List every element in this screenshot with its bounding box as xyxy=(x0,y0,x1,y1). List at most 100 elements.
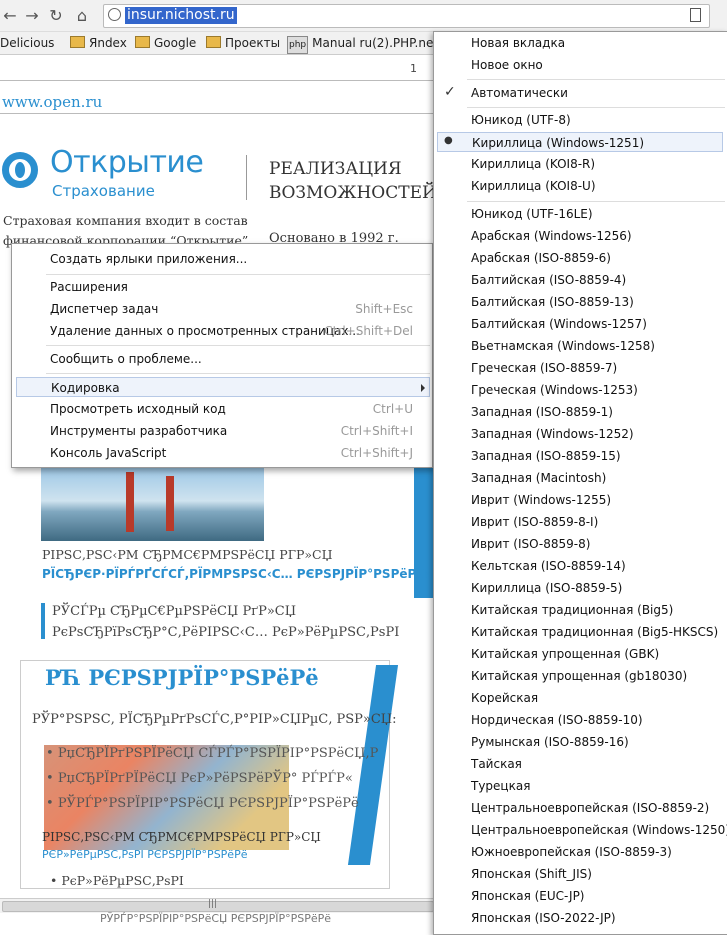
logo-subtitle: Страхование xyxy=(52,182,155,200)
encoding-item[interactable]: Иврит (Windows-1255) xyxy=(434,490,727,510)
reload-icon[interactable]: ↻ xyxy=(46,5,66,25)
encoding-label: Турецкая xyxy=(471,779,531,793)
encoding-item[interactable]: Китайская упрощенная (GBK) xyxy=(434,644,727,664)
encoding-label: Японская (EUC-JP) xyxy=(471,889,585,903)
encoding-item[interactable]: Центральноевропейская (ISO-8859-2) xyxy=(434,798,727,818)
encoding-item[interactable]: Арабская (Windows-1256) xyxy=(434,226,727,246)
encoding-label: Греческая (Windows-1253) xyxy=(471,383,638,397)
menu-item-create-shortcuts[interactable]: Создать ярлыки приложения... xyxy=(12,249,432,269)
encoding-label: Китайская упрощенная (GBK) xyxy=(471,647,660,661)
encoding-label: Западная (ISO-8859-15) xyxy=(471,449,621,463)
encoding-item[interactable]: Греческая (ISO-8859-7) xyxy=(434,358,727,378)
menu-item-view-source[interactable]: Просмотреть исходный код Ctrl+U xyxy=(12,399,432,419)
encoding-item[interactable]: Южноевропейская (ISO-8859-3) xyxy=(434,842,727,862)
encoding-label: Центральноевропейская (Windows-1250) xyxy=(471,823,727,837)
encoding-item[interactable]: Иврит (ISO-8859-8-I) xyxy=(434,512,727,532)
encoding-item[interactable]: Юникод (UTF-8) xyxy=(434,110,727,130)
encoding-auto[interactable]: ✓ Автоматически xyxy=(434,83,727,103)
site-url-link[interactable]: www.open.ru xyxy=(2,93,102,111)
encoding-item[interactable]: Западная (Windows-1252) xyxy=(434,424,727,444)
encoding-label: Японская (ISO-2022-JP) xyxy=(471,911,616,925)
garbled-line: РЎСЃРµ СЂРµС€РµРЅРёСЏ РґР»СЏ xyxy=(52,604,297,619)
encoding-label: Кириллица (Windows-1251) xyxy=(472,136,645,150)
bookmark-projects[interactable]: Проекты xyxy=(206,35,280,51)
page-icon[interactable] xyxy=(690,8,701,22)
address-url[interactable]: insur.nichost.ru xyxy=(125,7,237,24)
encoding-item[interactable]: Румынская (ISO-8859-16) xyxy=(434,732,727,752)
encoding-item[interactable]: Кириллица (ISO-8859-5) xyxy=(434,578,727,598)
encoding-item[interactable]: Западная (ISO-8859-1) xyxy=(434,402,727,422)
encoding-item[interactable]: Нордическая (ISO-8859-10) xyxy=(434,710,727,730)
menu-item-task-manager[interactable]: Диспетчер задач Shift+Esc xyxy=(12,299,432,319)
encoding-item[interactable]: Кириллица (KOI8-R) xyxy=(434,154,727,174)
encoding-label: Иврит (ISO-8859-8-I) xyxy=(471,515,599,529)
encoding-item[interactable]: Западная (ISO-8859-15) xyxy=(434,446,727,466)
encoding-item[interactable]: Кириллица (KOI8-U) xyxy=(434,176,727,196)
garbled-text: • РєР»РёРµРЅС‚РѕРІ xyxy=(50,873,184,888)
encoding-label: Нордическая (ISO-8859-10) xyxy=(471,713,643,727)
menu-item-encoding[interactable]: Кодировка xyxy=(16,377,430,397)
menu-item-report-issue[interactable]: Сообщить о проблеме... xyxy=(12,349,432,369)
encoding-item[interactable]: Китайская упрощенная (gb18030) xyxy=(434,666,727,686)
bookmark-delicious[interactable]: Delicious xyxy=(0,35,54,51)
encoding-item[interactable]: Балтийская (ISO-8859-13) xyxy=(434,292,727,312)
encoding-item[interactable]: Балтийская (Windows-1257) xyxy=(434,314,727,334)
encoding-label: Китайская традиционная (Big5-HKSCS) xyxy=(471,625,719,639)
horizontal-scrollbar[interactable]: ||| xyxy=(0,898,440,913)
encoding-item[interactable]: Корейская xyxy=(434,688,727,708)
divider xyxy=(0,113,435,114)
menu-item-new-window[interactable]: Новое окно xyxy=(434,55,727,75)
headline-line: РЕАЛИЗАЦИЯ xyxy=(269,159,402,179)
box-title[interactable]: РЋ РЄРЅРЈРЇР°РЅРёРё xyxy=(45,665,319,690)
garbled-line: РєРѕСЂРїРѕСЂР°С‚РёРІРЅС‹С… РєР»РёРµРЅС‚Р… xyxy=(52,625,400,640)
bookmark-yandex[interactable]: Яndex xyxy=(70,35,127,51)
menu-separator xyxy=(467,79,725,80)
menu-separator xyxy=(46,274,430,275)
encoding-item[interactable]: Центральноевропейская (Windows-1250) xyxy=(434,820,727,840)
encoding-label: Кириллица (KOI8-R) xyxy=(471,157,596,171)
encoding-item[interactable]: Японская (EUC-JP) xyxy=(434,886,727,906)
bookmark-php-manual[interactable]: php Manual ru(2).PHP.net xyxy=(287,35,438,54)
divider xyxy=(0,80,435,81)
encoding-label: Арабская (Windows-1256) xyxy=(471,229,632,243)
scrollbar-thumb[interactable]: ||| xyxy=(2,899,434,912)
menu-item-clear-data[interactable]: Удаление данных о просмотренных страница… xyxy=(12,321,432,341)
menu-item-js-console[interactable]: Консоль JavaScript Ctrl+Shift+J xyxy=(12,443,432,463)
encoding-label: Китайская традиционная (Big5) xyxy=(471,603,674,617)
encoding-item[interactable]: Балтийская (ISO-8859-4) xyxy=(434,270,727,290)
encoding-item[interactable]: ● Кириллица (Windows-1251) xyxy=(437,132,723,152)
encoding-item[interactable]: Иврит (ISO-8859-8) xyxy=(434,534,727,554)
intro-line: Страховая компания входит в состав xyxy=(3,213,248,228)
encoding-item[interactable]: Арабская (ISO-8859-6) xyxy=(434,248,727,268)
garbled-text: РЎРЃР°РЅРЇРІР°РЅРёСЏ РЄРЅРЈРЇР°РЅРёРё xyxy=(100,912,332,925)
radio-dot-icon: ● xyxy=(444,135,453,146)
back-icon[interactable]: ← xyxy=(0,5,20,25)
encoding-item[interactable]: Кельтская (ISO-8859-14) xyxy=(434,556,727,576)
menu-item-extensions[interactable]: Расширения xyxy=(12,277,432,297)
encoding-item[interactable]: Японская (ISO-2022-JP) xyxy=(434,908,727,928)
encoding-item[interactable]: Тайская xyxy=(434,754,727,774)
encoding-item[interactable]: Японская (Shift_JIS) xyxy=(434,864,727,884)
tools-menu: Создать ярлыки приложения... Расширения … xyxy=(11,243,433,468)
bookmark-google[interactable]: Google xyxy=(135,35,196,51)
garbled-text: РЎСЃРµ СЂРµС€РµРЅРёСЏ РґР»СЏ РєРѕСЂРїРѕС… xyxy=(52,601,399,643)
address-bar[interactable]: insur.nichost.ru xyxy=(103,4,710,28)
menu-item-developer-tools[interactable]: Инструменты разработчика Ctrl+Shift+I xyxy=(12,421,432,441)
menu-item-new-tab[interactable]: Новая вкладка xyxy=(434,33,727,53)
garbled-link[interactable]: РЄР»РёРµРЅС‚РѕРІ РЄРЅРЈРЇР°РЅРёРё xyxy=(42,848,247,861)
encoding-item[interactable]: Китайская традиционная (Big5) xyxy=(434,600,727,620)
encoding-item[interactable]: Вьетнамская (Windows-1258) xyxy=(434,336,727,356)
garbled-link[interactable]: РЇСЂРЄР·РЇРЃРҐСЃСЃ,РЇРМРЅРЅС‹С… РЄРЅРЈРЇ… xyxy=(42,567,431,581)
page-content: 1 www.open.ru Открытие Страхование РЕАЛИ… xyxy=(0,55,440,900)
encoding-item[interactable]: Греческая (Windows-1253) xyxy=(434,380,727,400)
forward-icon[interactable]: → xyxy=(22,5,42,25)
encoding-item[interactable]: Турецкая xyxy=(434,776,727,796)
logo-title: Открытие xyxy=(50,145,204,180)
home-icon[interactable]: ⌂ xyxy=(72,5,92,25)
encoding-label: Греческая (ISO-8859-7) xyxy=(471,361,618,375)
encoding-item[interactable]: Западная (Macintosh) xyxy=(434,468,727,488)
box-text: РЎР°РЅРЅС‚ РЇСЂРµРґРѕСЃС‚Р°РІР»СЏРµС‚ РЅ… xyxy=(32,712,397,727)
php-icon: php xyxy=(287,36,309,54)
encoding-item[interactable]: Юникод (UTF-16LE) xyxy=(434,204,727,224)
encoding-item[interactable]: Китайская традиционная (Big5-HKSCS) xyxy=(434,622,727,642)
